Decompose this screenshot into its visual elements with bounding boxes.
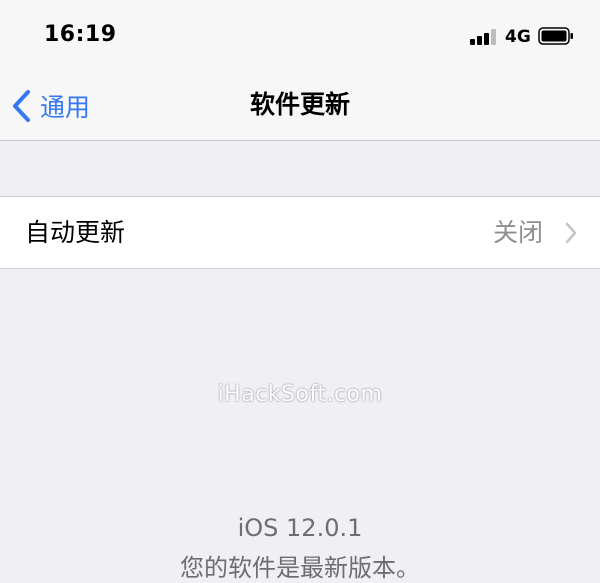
battery-icon <box>538 27 573 45</box>
network-type: 4G <box>505 27 531 47</box>
status-bar: 16:19 4G <box>0 0 600 70</box>
status-time: 16:19 <box>44 22 117 47</box>
back-button[interactable]: 通用 <box>10 86 90 126</box>
chevron-left-icon <box>13 90 30 122</box>
cellular-signal-icon <box>470 29 500 45</box>
up-to-date-message: 您的软件是最新版本。 <box>180 554 420 582</box>
chevron-right-icon <box>565 222 577 244</box>
auto-update-label: 自动更新 <box>25 218 126 247</box>
auto-update-value: 关闭 <box>492 218 543 247</box>
ios-version-label: iOS 12.0.1 <box>237 514 363 542</box>
back-button-label: 通用 <box>40 93 91 122</box>
watermark-text: iHackSoft.com <box>217 382 383 407</box>
navigation-bar: 软件更新 通用 <box>0 70 600 141</box>
auto-update-row[interactable]: 自动更新 关闭 <box>0 196 600 269</box>
